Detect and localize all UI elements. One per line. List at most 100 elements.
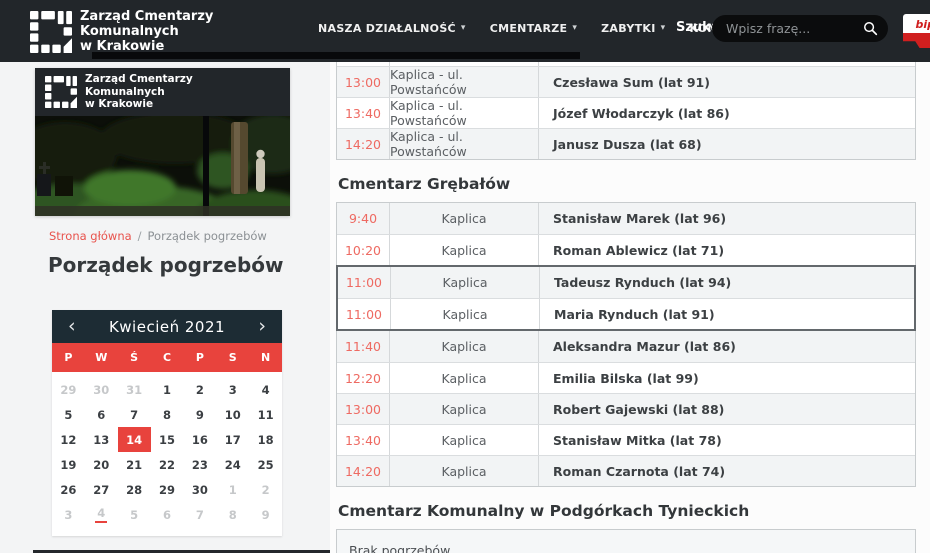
calendar-day[interactable]: 3: [52, 502, 85, 527]
calendar-day[interactable]: 30: [85, 377, 118, 402]
deceased-cell: Stanisław Mitka (lat 78): [553, 432, 722, 448]
calendar-day[interactable]: 7: [183, 502, 216, 527]
bip-flag-fold: [903, 33, 930, 48]
calendar-day[interactable]: 17: [216, 427, 249, 452]
breadcrumb-separator: /: [137, 229, 142, 243]
calendar-day[interactable]: 16: [183, 427, 216, 452]
sidebar-brand-card: Zarząd Cmentarzy Komunalnych w Krakowie: [35, 68, 290, 216]
calendar-day[interactable]: 5: [118, 502, 151, 527]
deceased-cell: Tadeusz Rynduch (lat 94): [554, 275, 732, 290]
top-header: Zarząd Cmentarzy Komunalnych w Krakowie …: [0, 0, 930, 62]
chevron-down-icon: ▾: [660, 23, 666, 33]
calendar-day[interactable]: 7: [118, 402, 151, 427]
calendar-day[interactable]: 14: [117, 427, 151, 452]
calendar-next-button[interactable]: ›: [256, 317, 268, 336]
calendar-day[interactable]: 27: [85, 477, 118, 502]
table-row: 13:40 Kaplica Stanisław Mitka (lat 78): [337, 424, 915, 455]
search-input[interactable]: [726, 21, 863, 36]
calendar-prev-button[interactable]: ‹: [66, 317, 78, 336]
time-cell: 13:00: [344, 401, 382, 417]
location-cell: Kaplica - ul. Powstańców: [389, 129, 539, 159]
nav-item[interactable]: CMENTARZE ▾: [490, 22, 577, 35]
calendar-day[interactable]: 30: [183, 477, 216, 502]
time-cell: 13:40: [344, 432, 382, 448]
calendar-day[interactable]: 5: [52, 402, 85, 427]
calendar-day[interactable]: 12: [52, 427, 85, 452]
table-row: 13:00 Kaplica - ul. Powstańców Czesława Su…: [337, 66, 915, 97]
calendar-day[interactable]: 8: [151, 402, 184, 427]
zck-logo-icon: [30, 10, 72, 53]
location-cell: Kaplica: [390, 267, 540, 298]
calendar-day[interactable]: 2: [249, 477, 282, 502]
table-row: 13:40 Kaplica - ul. Powstańców Józef Włoda…: [337, 97, 915, 128]
calendar-day[interactable]: 28: [118, 477, 151, 502]
calendar-day[interactable]: 4: [85, 502, 118, 527]
location-cell: Kaplica: [389, 456, 539, 486]
funeral-table: 9:40 Kaplica Stanisław Marek (lat 96) 10:20…: [336, 202, 916, 487]
calendar-day[interactable]: 2: [183, 377, 216, 402]
table-row: 14:20 Kaplica Roman Czarnota (lat 74): [337, 455, 915, 486]
nav-item[interactable]: NASZA DZIAŁALNOŚĆ ▾: [318, 22, 466, 35]
weekday-label: P: [195, 351, 204, 364]
sidebar-brand-header: Zarząd Cmentarzy Komunalnych w Krakowie: [35, 68, 290, 116]
time-cell: 13:40: [344, 105, 382, 121]
calendar-day[interactable]: 13: [85, 427, 118, 452]
site-logo[interactable]: Zarząd Cmentarzy Komunalnych w Krakowie: [30, 9, 213, 54]
nav-item[interactable]: ZABYTKI ▾: [601, 22, 665, 35]
calendar-day[interactable]: 23: [183, 452, 216, 477]
location-cell: Kaplica: [390, 299, 540, 329]
calendar-day[interactable]: 1: [151, 377, 184, 402]
calendar-day[interactable]: 29: [52, 377, 85, 402]
calendar-day[interactable]: 31: [118, 377, 151, 402]
location-cell: Kaplica: [389, 394, 539, 424]
calendar-day[interactable]: 10: [216, 402, 249, 427]
bip-label: bip: [903, 14, 930, 33]
deceased-cell: Józef Włodarczyk (lat 86): [553, 105, 730, 121]
calendar-day[interactable]: 19: [52, 452, 85, 477]
calendar-day[interactable]: 8: [216, 502, 249, 527]
deceased-cell: Robert Gajewski (lat 88): [553, 401, 725, 417]
weekday-label: N: [260, 351, 271, 364]
calendar-day[interactable]: 18: [249, 427, 282, 452]
location-cell: Kaplica: [389, 203, 539, 234]
calendar-day[interactable]: 26: [52, 477, 85, 502]
table-row: 9:40 Kaplica Stanisław Marek (lat 96): [337, 203, 915, 234]
empty-state-box: Brak pogrzebów...: [336, 529, 916, 553]
calendar-day[interactable]: 4: [249, 377, 282, 402]
calendar-day[interactable]: 25: [249, 452, 282, 477]
deceased-cell: Maria Rynduch (lat 91): [554, 306, 715, 322]
calendar-day[interactable]: 6: [85, 402, 118, 427]
calendar-day[interactable]: 20: [85, 452, 118, 477]
calendar-day[interactable]: 9: [249, 502, 282, 527]
calendar-week-row: 5 6 7 8 9 10 11: [52, 402, 282, 427]
search-icon[interactable]: [863, 21, 878, 36]
bip-logo[interactable]: bip: [903, 14, 930, 48]
breadcrumb-home-link[interactable]: Strona główna: [49, 229, 132, 243]
calendar-day[interactable]: 11: [249, 402, 282, 427]
brand-line: w Krakowie: [85, 98, 154, 111]
page-title: Porządek pogrzebów: [48, 253, 284, 277]
calendar-day[interactable]: 9: [183, 402, 216, 427]
calendar-widget: ‹ Kwiecień 2021 › PWŚCPSN 29 30 31 1 2 3 4 5 6 7 8…: [52, 310, 282, 536]
calendar-day[interactable]: 1: [216, 477, 249, 502]
calendar-day[interactable]: 3: [216, 377, 249, 402]
calendar-day[interactable]: 21: [118, 452, 151, 477]
calendar-day[interactable]: 29: [151, 477, 184, 502]
calendar-week-row: 12 13 14 15 16 17 18: [52, 427, 282, 452]
location-cell: Kaplica: [389, 425, 539, 455]
time-cell: 12:20: [344, 370, 382, 386]
location-cell: Kaplica: [389, 331, 539, 362]
calendar-day[interactable]: 24: [216, 452, 249, 477]
time-cell: 11:40: [344, 339, 382, 354]
calendar-day[interactable]: 6: [151, 502, 184, 527]
calendar-week-row: 19 20 21 22 23 24 25: [52, 452, 282, 477]
deceased-cell: Aleksandra Mazur (lat 86): [553, 339, 736, 354]
table-row: 11:00 Kaplica Maria Rynduch (lat 91): [338, 298, 914, 329]
brand-line: Komunalnych: [85, 85, 165, 98]
calendar-day[interactable]: 22: [151, 452, 184, 477]
nav-item-label: CMENTARZE: [489, 21, 568, 35]
calendar-week-row: 29 30 31 1 2 3 4: [52, 377, 282, 402]
calendar-day-underlined: 4: [95, 506, 108, 523]
location-cell: Kaplica: [389, 363, 539, 393]
calendar-day[interactable]: 15: [151, 427, 184, 452]
